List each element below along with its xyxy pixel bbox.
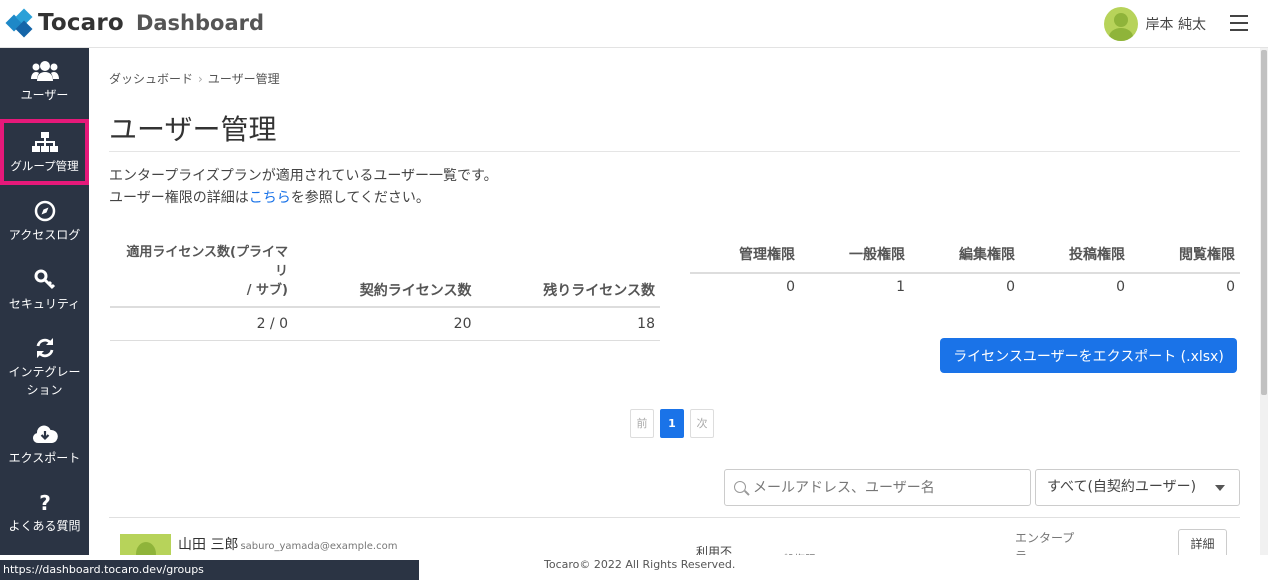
permission-details-link[interactable]: こちら	[249, 190, 291, 206]
sidebar-item-label: グループ管理	[10, 159, 79, 173]
user-row-name: 山田 三郎 saburo_yamada@example.com	[178, 534, 397, 554]
sidebar-item-access-log[interactable]: アクセスログ	[0, 200, 89, 244]
key-icon	[34, 269, 55, 290]
table-row: 0 1 0 0 0	[690, 273, 1240, 300]
description-line: ユーザー権限の詳細はこちらを参照してください。	[109, 187, 498, 209]
permission-table: 管理権限 一般権限 編集権限 投稿権限 閲覧権限 0 1 0 0 0	[690, 243, 1240, 300]
app-subtitle: Dashboard	[135, 11, 265, 35]
sidebar-item-integration[interactable]: インテグレー ション	[0, 337, 89, 399]
search-box	[724, 469, 1031, 506]
users-icon	[30, 61, 59, 81]
logo[interactable]: Tocaro Dashboard	[5, 8, 265, 38]
breadcrumb: ダッシュボード › ユーザー管理	[109, 70, 280, 87]
svg-text:?: ?	[39, 491, 51, 513]
perm-post-value: 0	[1116, 279, 1125, 295]
perm-header-post: 投稿権限	[1020, 243, 1130, 274]
pagination-prev[interactable]: 前	[630, 409, 654, 438]
license-table: 適用ライセンス数(プライマリ / サブ) 契約ライセンス数 残りライセンス数 2 …	[110, 243, 660, 341]
sidebar: ユーザー グループ管理 アクセスログ セキュリティ インテグレー ション エクス	[0, 48, 89, 580]
pagination-next[interactable]: 次	[690, 409, 714, 438]
sidebar-item-label: ション	[26, 383, 63, 397]
page-description: エンタープライズプランが適用されているユーザー一覧です。 ユーザー権限の詳細はこ…	[109, 165, 498, 209]
license-remaining-value: 18	[476, 307, 660, 341]
license-header-remaining: 残りライセンス数	[476, 243, 660, 308]
description-line: エンタープライズプランが適用されているユーザー一覧です。	[109, 168, 498, 184]
sidebar-item-security[interactable]: セキュリティ	[0, 269, 89, 313]
copyright-text: Tocaro© 2022 All Rights Reserved.	[544, 558, 736, 571]
brand-name: Tocaro	[38, 10, 124, 36]
sync-icon	[36, 338, 53, 358]
breadcrumb-home-link[interactable]: ダッシュボード	[109, 72, 193, 86]
breadcrumb-current: ユーザー管理	[207, 72, 280, 86]
user-filter-select[interactable]: すべて(自契約ユーザー)	[1035, 469, 1240, 506]
pagination: 前 1 次	[630, 409, 714, 438]
page-title: ユーザー管理	[109, 113, 277, 146]
sidebar-item-label: アクセスログ	[8, 228, 81, 242]
license-applied-value: 2 / 0	[110, 307, 293, 341]
browser-status-url: https://dashboard.tocaro.dev/groups	[0, 560, 419, 580]
license-header-applied: 適用ライセンス数(プライマリ / サブ)	[110, 243, 293, 308]
scrollbar-thumb[interactable]	[1261, 50, 1267, 395]
sidebar-item-groups[interactable]: グループ管理	[0, 119, 89, 185]
search-input[interactable]	[753, 470, 1023, 505]
sidebar-item-users[interactable]: ユーザー	[0, 60, 89, 104]
description-text: を参照してください。	[290, 190, 430, 206]
search-icon	[734, 481, 746, 493]
license-contract-value: 20	[293, 307, 477, 341]
sidebar-item-label: よくある質問	[8, 519, 81, 533]
hamburger-menu-icon[interactable]	[1230, 15, 1248, 31]
table-row: 2 / 0 20 18	[110, 307, 660, 341]
perm-header-admin: 管理権限	[690, 243, 800, 274]
perm-header-general: 一般権限	[800, 243, 910, 274]
chevron-down-icon	[1215, 485, 1225, 491]
cloud-download-icon	[32, 425, 58, 443]
user-detail-button[interactable]: 詳細	[1178, 529, 1227, 558]
divider	[109, 517, 1240, 518]
perm-general-value: 1	[896, 279, 905, 295]
sitemap-icon	[31, 132, 58, 152]
tocaro-logo-icon	[5, 8, 34, 38]
compass-icon	[34, 200, 55, 222]
divider	[109, 151, 1240, 152]
user-email: saburo_yamada@example.com	[240, 541, 398, 552]
user-name-text: 山田 三郎	[178, 537, 239, 553]
perm-view-value: 0	[1226, 279, 1235, 295]
top-header: Tocaro Dashboard 岸本 純太	[0, 0, 1268, 48]
main-content: ダッシュボード › ユーザー管理 ユーザー管理 エンタープライズプランが適用されてい…	[89, 48, 1259, 580]
question-icon: ?	[39, 491, 51, 513]
perm-header-view: 閲覧権限	[1130, 243, 1240, 274]
filter-selected-value: すべて(自契約ユーザー)	[1047, 479, 1197, 495]
breadcrumb-separator-icon: ›	[198, 72, 203, 86]
user-name: 岸本 純太	[1145, 17, 1206, 33]
perm-admin-value: 0	[786, 279, 795, 295]
sidebar-item-export[interactable]: エクスポート	[0, 423, 89, 467]
sidebar-item-label: セキュリティ	[8, 297, 81, 311]
sidebar-item-label: エクスポート	[8, 451, 81, 465]
description-text: ユーザー権限の詳細は	[109, 190, 249, 206]
sidebar-item-label: インテグレー	[8, 365, 81, 379]
pagination-page-current[interactable]: 1	[660, 409, 684, 438]
export-license-users-button[interactable]: ライセンスユーザーをエクスポート (.xlsx)	[940, 338, 1237, 373]
perm-edit-value: 0	[1006, 279, 1015, 295]
user-menu[interactable]: 岸本 純太	[1103, 7, 1206, 41]
sidebar-item-label: ユーザー	[20, 88, 69, 102]
perm-header-edit: 編集権限	[910, 243, 1020, 274]
sidebar-item-faq[interactable]: ? よくある質問	[0, 491, 89, 535]
license-header-contract: 契約ライセンス数	[293, 243, 477, 308]
avatar	[1103, 7, 1138, 41]
